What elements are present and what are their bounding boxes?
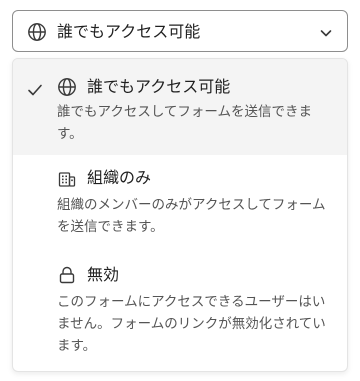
option-title: 誰でもアクセス可能 bbox=[87, 77, 231, 96]
option-title: 無効 bbox=[87, 265, 120, 284]
option-description: 誰でもアクセスしてフォームを送信できます。 bbox=[57, 104, 313, 142]
lock-icon bbox=[59, 266, 75, 284]
option-title: 組織のみ bbox=[87, 168, 152, 187]
option-organization-only[interactable]: 組織のみ 組織のメンバーのみがアクセスしてフォームを送信できます。 bbox=[13, 155, 347, 255]
option-description: このフォームにアクセスできるユーザーはいません。フォームのリンクが無効化されてい… bbox=[57, 294, 326, 354]
globe-icon bbox=[58, 78, 76, 96]
access-options-menu: 誰でもアクセス可能 誰でもアクセスしてフォームを送信できます。 組織のみ 組織の… bbox=[12, 58, 348, 372]
checkmark-icon bbox=[28, 84, 42, 96]
globe-icon bbox=[28, 23, 46, 41]
option-anyone[interactable]: 誰でもアクセス可能 誰でもアクセスしてフォームを送信できます。 bbox=[13, 59, 347, 155]
dropdown-selected-value: 誰でもアクセス可能 bbox=[57, 22, 201, 41]
building-icon bbox=[58, 172, 76, 187]
option-disabled[interactable]: 無効 このフォームにアクセスできるユーザーはいません。フォームのリンクが無効化さ… bbox=[13, 255, 347, 371]
chevron-down-icon bbox=[320, 30, 332, 37]
access-dropdown[interactable]: 誰でもアクセス可能 bbox=[12, 10, 348, 52]
option-description: 組織のメンバーのみがアクセスしてフォームを送信できます。 bbox=[57, 197, 326, 235]
